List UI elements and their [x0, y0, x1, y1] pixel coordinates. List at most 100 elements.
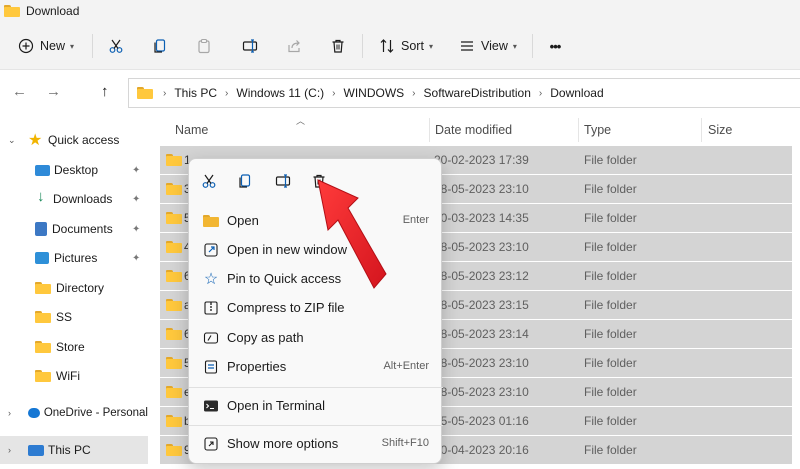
- back-arrow-icon[interactable]: ←: [12, 83, 27, 100]
- view-button[interactable]: View ▾: [456, 32, 520, 60]
- breadcrumb-drive[interactable]: Windows 11 (C:): [236, 86, 324, 100]
- context-rename-button[interactable]: [271, 169, 295, 193]
- column-header-type[interactable]: Type: [584, 116, 611, 144]
- sidebar-item-quick-access[interactable]: ⌄ Quick access: [0, 126, 148, 154]
- sort-label: Sort: [401, 39, 424, 53]
- row-type: File folder: [584, 327, 637, 341]
- menu-item-label: Open in Terminal: [227, 398, 326, 413]
- row-date: 18-05-2023 23:15: [434, 298, 529, 312]
- paste-button[interactable]: [192, 32, 216, 60]
- sort-button[interactable]: Sort ▾: [376, 32, 436, 60]
- sidebar-item-this-pc[interactable]: › This PC: [0, 436, 148, 464]
- share-button[interactable]: [282, 32, 306, 60]
- download-icon: [34, 188, 50, 206]
- sidebar-item-label: WiFi: [56, 369, 80, 383]
- folder-icon: [4, 5, 20, 17]
- menu-item-shortcut: Alt+Enter: [383, 360, 429, 372]
- menu-item-shortcut: Enter: [402, 214, 429, 226]
- clipboard-icon: [198, 38, 210, 54]
- breadcrumb-softwaredistribution[interactable]: SoftwareDistribution: [424, 86, 531, 100]
- folder-icon: [166, 415, 182, 427]
- title-bar: Download: [0, 0, 800, 22]
- sidebar-item-ss[interactable]: SS: [0, 303, 148, 331]
- row-type: File folder: [584, 153, 637, 167]
- copy-button[interactable]: [148, 32, 172, 60]
- up-arrow-icon[interactable]: ↑: [101, 83, 109, 100]
- menu-item-label: Copy as path: [227, 330, 304, 345]
- chevron-down-icon[interactable]: ⌄: [8, 135, 16, 146]
- view-list-icon: [461, 41, 474, 51]
- breadcrumb-windows[interactable]: WINDOWS: [344, 86, 405, 100]
- breadcrumb-download[interactable]: Download: [550, 86, 603, 100]
- folder-icon: [166, 386, 182, 398]
- chevron-right-icon: ›: [225, 87, 229, 99]
- menu-item-properties[interactable]: Properties Alt+Enter: [193, 353, 439, 382]
- folder-icon: [35, 282, 51, 294]
- menu-item-label: Show more options: [227, 436, 339, 451]
- new-button[interactable]: New ▾: [14, 32, 78, 60]
- new-label: New: [39, 39, 65, 53]
- row-date: 20-03-2023 14:35: [434, 211, 529, 225]
- forward-arrow-icon[interactable]: →: [46, 83, 61, 100]
- rename-icon: [242, 39, 258, 53]
- address-bar[interactable]: › This PC › Windows 11 (C:) › WINDOWS › …: [128, 78, 800, 108]
- menu-item-copy-as-path[interactable]: Copy as path: [193, 324, 439, 353]
- sidebar-item-onedrive[interactable]: › OneDrive - Personal: [0, 399, 148, 427]
- sidebar-item-label: OneDrive - Personal: [43, 407, 148, 419]
- menu-item-open-terminal[interactable]: Open in Terminal: [193, 392, 439, 421]
- folder-icon: [35, 341, 51, 353]
- sort-icon: [380, 39, 394, 53]
- menu-item-compress-zip[interactable]: Compress to ZIP file: [193, 294, 439, 323]
- chevron-right-icon: ›: [538, 87, 543, 99]
- star-icon: [28, 130, 44, 150]
- folder-icon: [166, 241, 182, 253]
- context-copy-button[interactable]: [233, 169, 257, 193]
- zip-icon: [203, 300, 219, 316]
- sidebar-item-desktop[interactable]: Desktop ✦: [0, 156, 148, 184]
- folder-icon: [137, 87, 153, 99]
- cut-button[interactable]: [104, 32, 128, 60]
- row-date: 18-05-2023 23:10: [434, 182, 529, 196]
- scissors-icon: [109, 39, 123, 53]
- terminal-icon: [203, 398, 219, 414]
- column-header-size[interactable]: Size: [708, 116, 732, 144]
- sidebar-item-directory[interactable]: Directory: [0, 274, 148, 302]
- delete-button[interactable]: [326, 32, 350, 60]
- sidebar-item-documents[interactable]: Documents ✦: [0, 215, 148, 243]
- pictures-icon: [35, 252, 49, 264]
- sidebar-item-store[interactable]: Store: [0, 333, 148, 361]
- breadcrumb-this-pc[interactable]: This PC: [174, 86, 217, 100]
- row-type: File folder: [584, 414, 637, 428]
- sidebar-item-wifi[interactable]: WiFi: [0, 362, 148, 390]
- chevron-right-icon: ›: [412, 87, 416, 99]
- row-type: File folder: [584, 298, 637, 312]
- computer-icon: [28, 444, 44, 456]
- row-date: 18-05-2023 23:10: [434, 356, 529, 370]
- rename-icon: [275, 174, 291, 188]
- chevron-down-icon: ▾: [512, 41, 517, 51]
- folder-icon: [35, 311, 51, 323]
- folder-icon: [166, 154, 182, 166]
- chevron-right-icon[interactable]: ›: [8, 408, 11, 418]
- more-options-button[interactable]: •••: [542, 32, 568, 60]
- sidebar-item-downloads[interactable]: Downloads ✦: [0, 185, 148, 213]
- trash-icon: [332, 39, 344, 53]
- scissors-icon: [202, 174, 216, 188]
- plus-circle-icon: [18, 38, 34, 54]
- menu-item-label: Properties: [227, 359, 287, 374]
- pin-icon: ✦: [132, 164, 141, 176]
- menu-item-show-more-options[interactable]: Show more options Shift+F10: [193, 430, 439, 459]
- chevron-right-icon: ›: [163, 87, 167, 99]
- row-type: File folder: [584, 240, 637, 254]
- column-header-name[interactable]: Name: [175, 116, 208, 144]
- column-header-date[interactable]: Date modified: [435, 116, 512, 144]
- sidebar-item-pictures[interactable]: Pictures ✦: [0, 244, 148, 272]
- context-cut-button[interactable]: [197, 169, 221, 193]
- cloud-icon: [28, 408, 40, 418]
- pin-icon: ✦: [132, 193, 141, 205]
- folder-icon: [166, 299, 182, 311]
- sidebar-item-label: Desktop: [54, 163, 99, 177]
- row-date: 18-05-2023 23:10: [434, 385, 529, 399]
- rename-button[interactable]: [238, 32, 262, 60]
- chevron-right-icon[interactable]: ›: [8, 445, 11, 455]
